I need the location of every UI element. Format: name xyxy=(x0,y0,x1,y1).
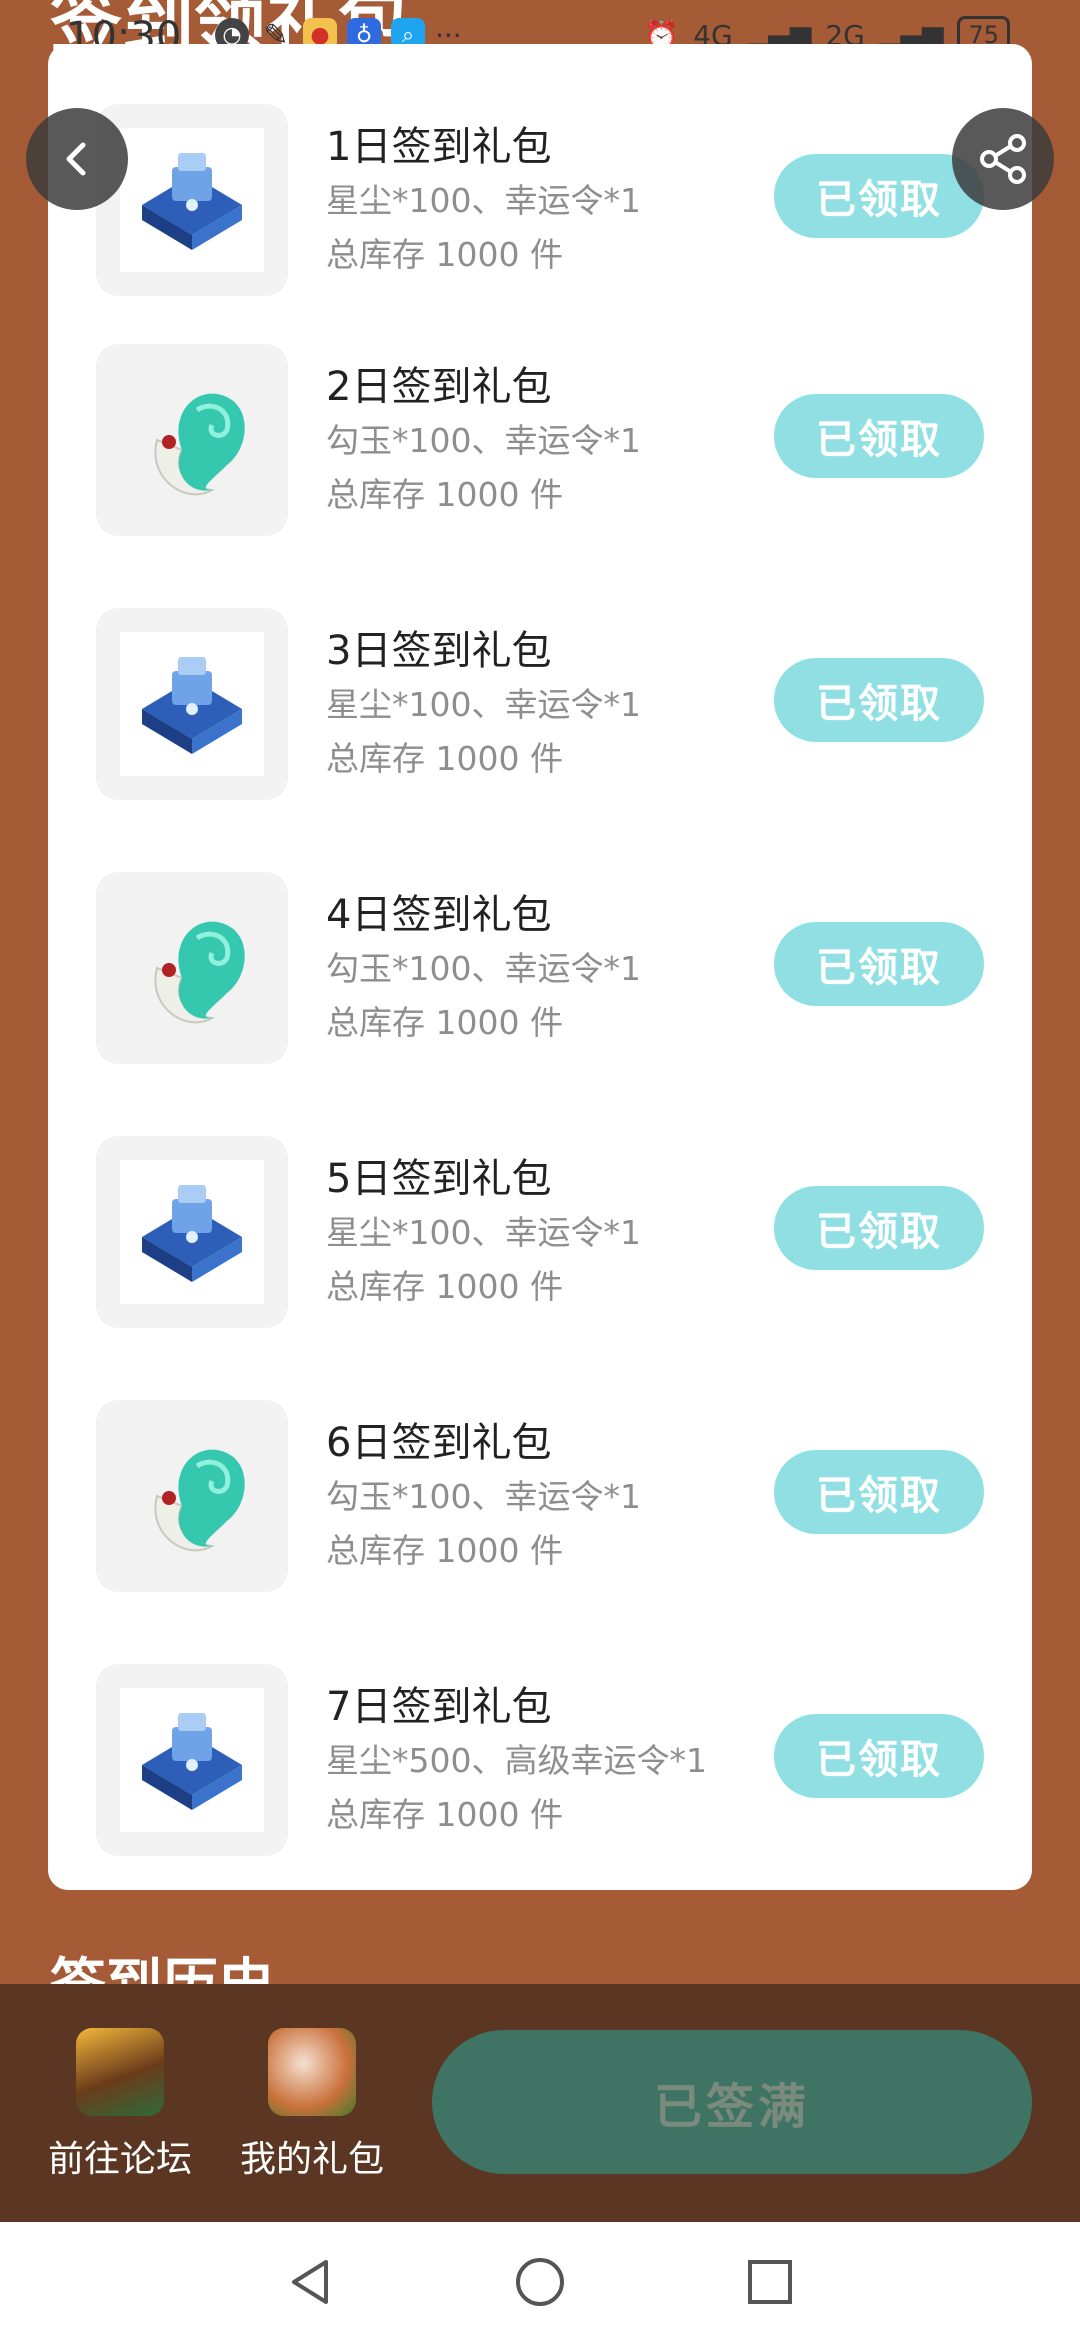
claimed-button[interactable]: 已领取 xyxy=(774,1450,984,1534)
fully-signed-button[interactable]: 已签满 xyxy=(432,2030,1032,2174)
gift-content: 勾玉*100、幸运令*1 xyxy=(326,1477,641,1516)
gift-list-card: 1日签到礼包 星尘*100、幸运令*1 总库存 1000 件 已领取 2日签到礼… xyxy=(48,44,1032,1890)
magatama-icon xyxy=(154,921,245,1024)
claimed-button[interactable]: 已领取 xyxy=(774,1186,984,1270)
gift-thumbnail xyxy=(96,104,288,296)
gift-stock: 总库存 1000 件 xyxy=(326,235,563,274)
gift-thumbnail xyxy=(96,608,288,800)
gift-title: 7日签到礼包 xyxy=(326,1684,552,1730)
gift-title: 3日签到礼包 xyxy=(326,628,552,674)
gift-thumbnail xyxy=(96,872,288,1064)
gift-title: 6日签到礼包 xyxy=(326,1420,552,1466)
forum-game-icon xyxy=(76,2028,164,2116)
claimed-button[interactable]: 已领取 xyxy=(774,922,984,1006)
gift-thumbnail xyxy=(96,1136,288,1328)
star-dust-chest-icon xyxy=(142,1185,242,1282)
nav-home-icon[interactable] xyxy=(512,2254,568,2310)
gift-item-day3: 3日签到礼包 星尘*100、幸运令*1 总库存 1000 件 已领取 xyxy=(48,608,1032,808)
gift-stock: 总库存 1000 件 xyxy=(326,475,563,514)
system-nav-bar xyxy=(0,2222,1080,2340)
magatama-icon xyxy=(154,393,245,496)
gift-content: 勾玉*100、幸运令*1 xyxy=(326,949,641,988)
go-forum-button[interactable]: 前往论坛 xyxy=(40,2028,200,2182)
my-gifts-button[interactable]: 我的礼包 xyxy=(232,2028,392,2182)
go-forum-label: 前往论坛 xyxy=(47,2139,192,2180)
gift-item-day7: 7日签到礼包 星尘*500、高级幸运令*1 总库存 1000 件 已领取 xyxy=(48,1664,1032,1864)
gift-thumbnail xyxy=(96,1400,288,1592)
nav-recent-icon[interactable] xyxy=(742,2254,798,2310)
gift-thumbnail xyxy=(96,344,288,536)
back-button[interactable] xyxy=(26,108,128,210)
gift-content: 星尘*100、幸运令*1 xyxy=(326,181,641,220)
gift-stock: 总库存 1000 件 xyxy=(326,1531,563,1570)
gift-item-day2: 2日签到礼包 勾玉*100、幸运令*1 总库存 1000 件 已领取 xyxy=(48,344,1032,544)
gift-stock: 总库存 1000 件 xyxy=(326,739,563,778)
share-button[interactable] xyxy=(952,108,1054,210)
star-dust-chest-icon xyxy=(142,657,242,754)
gift-thumbnail xyxy=(96,1664,288,1856)
magatama-icon xyxy=(154,1449,245,1552)
my-gifts-label: 我的礼包 xyxy=(239,2139,384,2180)
gift-content: 星尘*500、高级幸运令*1 xyxy=(326,1741,707,1780)
gift-content: 勾玉*100、幸运令*1 xyxy=(326,421,641,460)
claimed-button[interactable]: 已领取 xyxy=(774,658,984,742)
gift-title: 4日签到礼包 xyxy=(326,892,552,938)
gift-stock: 总库存 1000 件 xyxy=(326,1003,563,1042)
gift-title: 1日签到礼包 xyxy=(326,124,552,170)
gift-title: 5日签到礼包 xyxy=(326,1156,552,1202)
star-dust-chest-icon xyxy=(142,1713,242,1810)
gift-item-day4: 4日签到礼包 勾玉*100、幸运令*1 总库存 1000 件 已领取 xyxy=(48,872,1032,1072)
gift-content: 星尘*100、幸运令*1 xyxy=(326,1213,641,1252)
gift-stock: 总库存 1000 件 xyxy=(326,1267,563,1306)
star-dust-chest-icon xyxy=(142,153,242,250)
claimed-button[interactable]: 已领取 xyxy=(774,394,984,478)
gift-item-day5: 5日签到礼包 星尘*100、幸运令*1 总库存 1000 件 已领取 xyxy=(48,1136,1032,1336)
bottom-bar: 前往论坛 我的礼包 已签满 xyxy=(0,1984,1080,2222)
gift-item-day1: 1日签到礼包 星尘*100、幸运令*1 总库存 1000 件 已领取 xyxy=(48,104,1032,304)
gift-content: 星尘*100、幸运令*1 xyxy=(326,685,641,724)
chevron-left-icon xyxy=(66,142,86,176)
share-icon xyxy=(980,134,1026,184)
claimed-button[interactable]: 已领取 xyxy=(774,1714,984,1798)
gift-stock: 总库存 1000 件 xyxy=(326,1795,563,1834)
nav-back-icon[interactable] xyxy=(282,2254,338,2310)
gift-title: 2日签到礼包 xyxy=(326,364,552,410)
gift-pack-icon xyxy=(268,2028,356,2116)
gift-item-day6: 6日签到礼包 勾玉*100、幸运令*1 总库存 1000 件 已领取 xyxy=(48,1400,1032,1600)
